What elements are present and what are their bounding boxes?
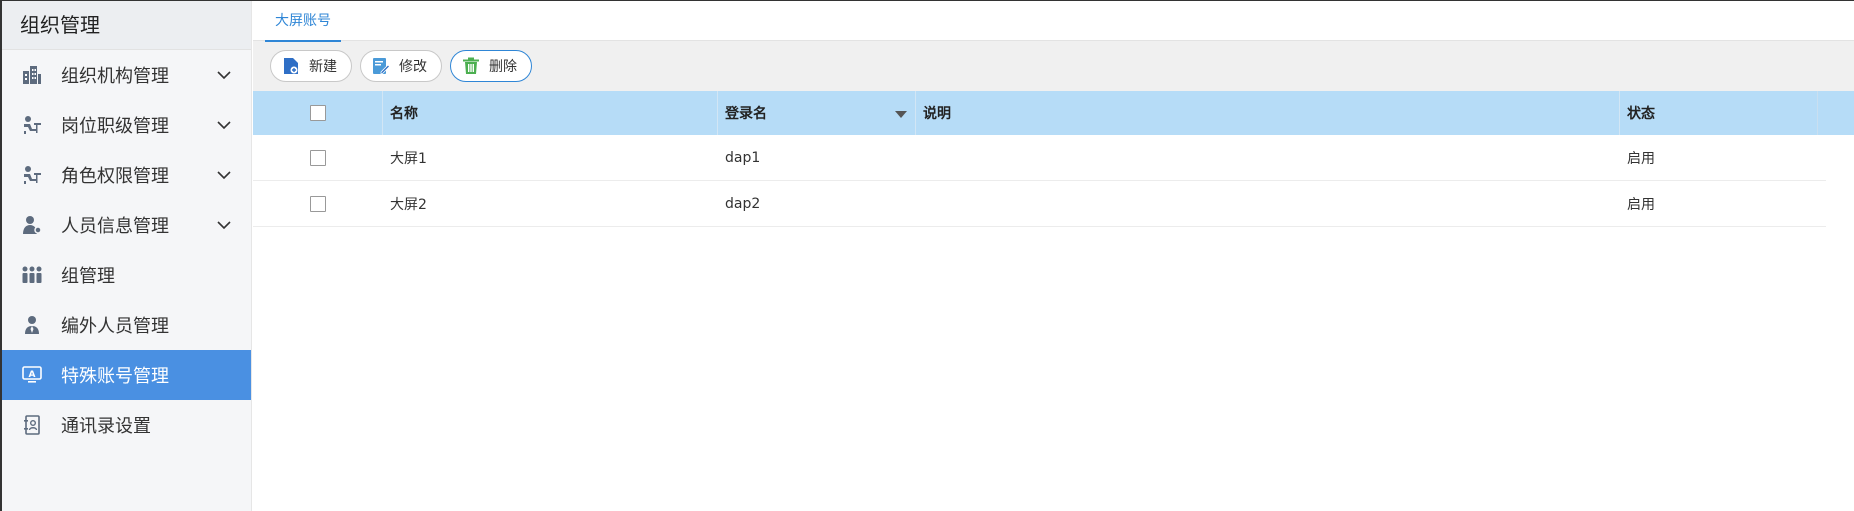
cell-description bbox=[916, 135, 1620, 180]
header-checkbox-cell bbox=[253, 91, 383, 135]
column-header-login[interactable]: 登录名 bbox=[718, 91, 916, 135]
row-checkbox-cell bbox=[253, 181, 383, 226]
sidebar-item-special-accounts[interactable]: A 特殊账号管理 bbox=[2, 350, 251, 400]
sidebar-item-positions[interactable]: 岗位职级管理 bbox=[2, 100, 251, 150]
column-header-name[interactable]: 名称 bbox=[383, 91, 718, 135]
row-checkbox[interactable] bbox=[310, 195, 326, 212]
app-window: 组织管理 组织机构管理 岗位职级管理 角色权限管理 人员信息管理 组管理 编外人… bbox=[0, 0, 1854, 511]
sidebar-item-label: 角色权限管理 bbox=[61, 166, 169, 187]
sidebar-menu: 组织机构管理 岗位职级管理 角色权限管理 人员信息管理 组管理 编外人员管理 A… bbox=[2, 50, 251, 450]
column-header-filler bbox=[1818, 91, 1826, 135]
new-button-label: 新建 bbox=[309, 59, 337, 75]
sidebar-title: 组织管理 bbox=[2, 1, 251, 50]
id-card-icon: A bbox=[20, 363, 44, 387]
column-header-description[interactable]: 说明 bbox=[916, 91, 1620, 135]
toolbar: 新建 修改 删除 bbox=[253, 41, 1854, 91]
new-document-icon bbox=[281, 56, 301, 76]
seat-person-icon bbox=[20, 163, 44, 187]
sidebar-item-org-structure[interactable]: 组织机构管理 bbox=[2, 50, 251, 100]
column-header-login-label: 登录名 bbox=[725, 106, 767, 122]
sidebar-item-label: 岗位职级管理 bbox=[61, 116, 169, 137]
cell-login: dap2 bbox=[725, 195, 761, 212]
select-all-checkbox[interactable] bbox=[309, 105, 326, 121]
chevron-down-icon bbox=[215, 66, 233, 84]
cell-status: 启用 bbox=[1627, 196, 1655, 213]
cell-filler bbox=[1818, 181, 1826, 226]
sidebar-item-label: 组织机构管理 bbox=[61, 66, 169, 87]
sidebar-item-contacts-settings[interactable]: 通讯录设置 bbox=[2, 400, 251, 450]
group-icon bbox=[20, 263, 44, 287]
table-row[interactable]: 大屏2 dap2 启用 bbox=[253, 181, 1826, 227]
cell-description bbox=[916, 181, 1620, 226]
main-panel: 大屏账号 新建 修改 删除 名称 登录名 说明 状态 大屏1 dap1 启用 大… bbox=[253, 1, 1854, 511]
tab-big-screen-accounts[interactable]: 大屏账号 bbox=[265, 1, 341, 42]
header-scrollbar-gutter bbox=[1826, 91, 1854, 135]
row-checkbox[interactable] bbox=[310, 149, 326, 166]
user-gear-icon bbox=[20, 213, 44, 237]
cell-filler bbox=[1818, 135, 1826, 180]
chevron-down-icon bbox=[215, 216, 233, 234]
seat-person-icon bbox=[20, 113, 44, 137]
new-button[interactable]: 新建 bbox=[270, 50, 352, 82]
accounts-table: 名称 登录名 说明 状态 大屏1 dap1 启用 大屏2 dap2 启用 bbox=[253, 91, 1826, 227]
cell-name: 大屏2 bbox=[390, 196, 427, 213]
sidebar: 组织管理 组织机构管理 岗位职级管理 角色权限管理 人员信息管理 组管理 编外人… bbox=[2, 1, 252, 511]
edit-button-label: 修改 bbox=[399, 59, 427, 75]
table-row[interactable]: 大屏1 dap1 启用 bbox=[253, 135, 1826, 181]
building-icon bbox=[20, 63, 44, 87]
cell-login: dap1 bbox=[725, 149, 761, 166]
edit-document-icon bbox=[371, 56, 391, 76]
sidebar-item-roles[interactable]: 角色权限管理 bbox=[2, 150, 251, 200]
delete-button[interactable]: 删除 bbox=[450, 50, 532, 82]
column-header-status[interactable]: 状态 bbox=[1620, 91, 1818, 135]
cell-status: 启用 bbox=[1627, 150, 1655, 167]
sidebar-item-personnel[interactable]: 人员信息管理 bbox=[2, 200, 251, 250]
sidebar-item-label: 编外人员管理 bbox=[61, 316, 169, 337]
suit-person-icon bbox=[20, 313, 44, 337]
edit-button[interactable]: 修改 bbox=[360, 50, 442, 82]
row-checkbox-cell bbox=[253, 135, 383, 180]
contact-book-icon bbox=[20, 413, 44, 437]
table-header: 名称 登录名 说明 状态 bbox=[253, 91, 1826, 135]
sidebar-item-groups[interactable]: 组管理 bbox=[2, 250, 251, 300]
trash-icon bbox=[461, 56, 481, 76]
sidebar-item-label: 通讯录设置 bbox=[61, 416, 151, 437]
sidebar-item-external-staff[interactable]: 编外人员管理 bbox=[2, 300, 251, 350]
sort-caret-icon[interactable] bbox=[895, 111, 907, 118]
chevron-down-icon bbox=[215, 116, 233, 134]
sidebar-item-label: 人员信息管理 bbox=[61, 216, 169, 237]
tab-bar: 大屏账号 bbox=[253, 1, 1854, 42]
delete-button-label: 删除 bbox=[489, 59, 517, 75]
chevron-down-icon bbox=[215, 166, 233, 184]
svg-text:A: A bbox=[29, 370, 36, 380]
sidebar-item-label: 特殊账号管理 bbox=[61, 366, 169, 387]
sidebar-item-label: 组管理 bbox=[61, 266, 115, 287]
cell-name: 大屏1 bbox=[390, 150, 427, 167]
